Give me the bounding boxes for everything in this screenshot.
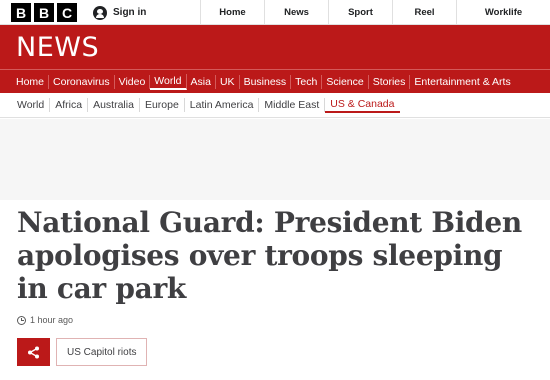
signin-label: Sign in [113,7,147,18]
global-nav-sport[interactable]: Sport [328,0,392,25]
news-logo[interactable]: NEWS [16,32,99,63]
section-nav-entertainment[interactable]: Entertainment & Arts [410,75,514,89]
section-nav-uk[interactable]: UK [216,74,240,89]
bbc-logo-letter: B [34,3,54,22]
sub-nav-middle-east[interactable]: Middle East [259,98,326,112]
global-nav-reel[interactable]: Reel [392,0,456,25]
section-nav-business[interactable]: Business [240,74,292,89]
section-nav-asia[interactable]: Asia [187,74,216,89]
clock-icon [17,315,26,325]
share-icon [28,346,39,358]
bbc-logo-letter: B [11,3,31,22]
signin-user-icon [93,5,107,20]
article-headline: National Guard: President Biden apologis… [17,206,522,305]
sub-nav-us-canada[interactable]: US & Canada [325,97,400,113]
topic-tag-button[interactable]: US Capitol riots [56,338,148,366]
section-nav-tech[interactable]: Tech [291,74,323,89]
bbc-logo-letter: C [57,3,77,22]
sub-nav: World Africa Australia Europe Latin Amer… [0,93,550,118]
sub-nav-latin-america[interactable]: Latin America [185,98,260,112]
section-nav-science[interactable]: Science [322,74,369,89]
section-nav-stories[interactable]: Stories [369,74,411,89]
global-nav-news[interactable]: News [264,0,328,25]
signin-link[interactable]: Sign in [93,0,146,25]
article-timestamp: 1 hour ago [17,315,73,325]
ad-placeholder [0,119,550,200]
bbc-logo[interactable]: B B C [11,3,77,22]
global-nav-home[interactable]: Home [200,0,264,25]
masthead: B B C Sign in Home News Sport Reel Workl… [0,0,550,25]
global-nav: Home News Sport Reel Worklife [200,0,550,25]
news-banner: NEWS [0,25,550,69]
share-button[interactable] [17,338,50,366]
section-nav-home[interactable]: Home [12,74,50,89]
sub-nav-australia[interactable]: Australia [88,98,140,112]
global-nav-worklife[interactable]: Worklife [456,0,550,25]
sub-nav-europe[interactable]: Europe [140,98,185,112]
section-nav-world[interactable]: World [150,73,187,90]
section-nav-video[interactable]: Video [115,74,151,89]
timestamp-text: 1 hour ago [30,315,74,325]
sub-nav-africa[interactable]: Africa [50,98,89,112]
section-nav-coronavirus[interactable]: Coronavirus [49,74,115,89]
section-nav: Home Coronavirus Video World Asia UK Bus… [0,69,550,93]
sub-nav-world[interactable]: World [12,98,51,112]
